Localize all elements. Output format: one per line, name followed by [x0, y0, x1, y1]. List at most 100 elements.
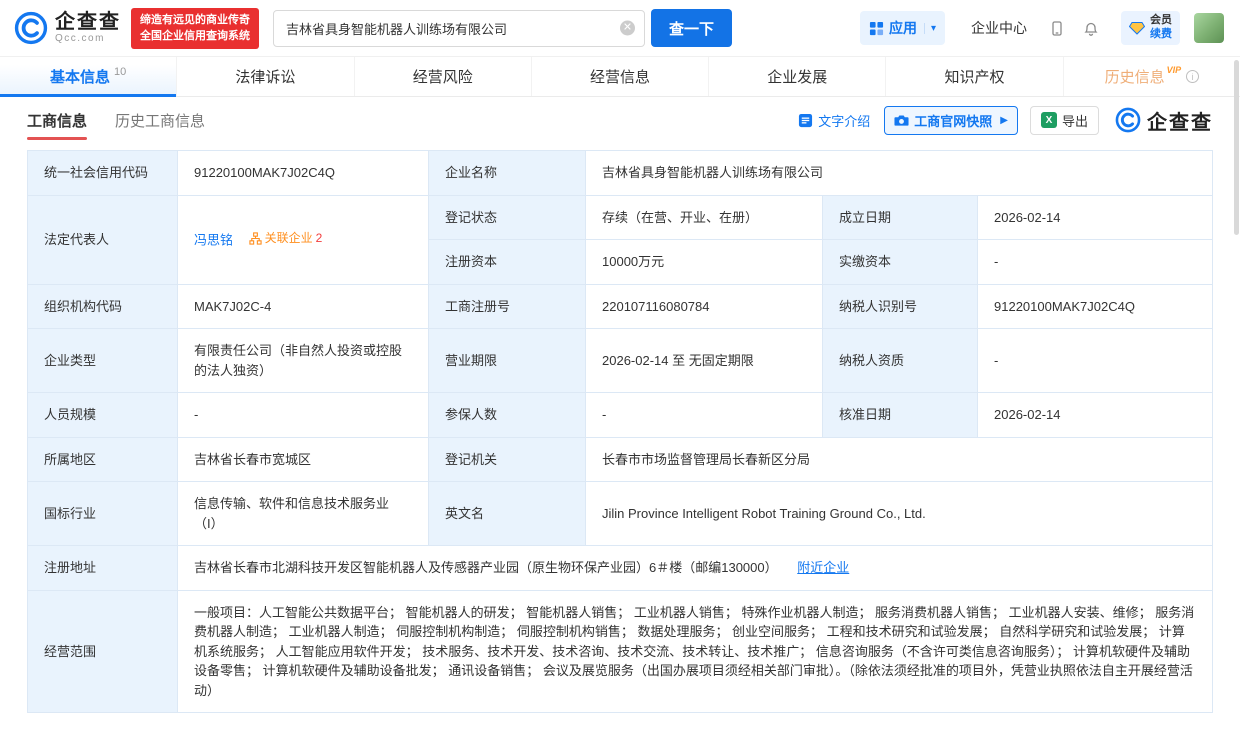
- table-row: 注册地址 吉林省长春市北湖科技开发区智能机器人及传感器产业园（原生物环保产业园）…: [28, 546, 1213, 591]
- export-label: 导出: [1062, 111, 1088, 130]
- related-companies-link[interactable]: 关联企业 2: [249, 229, 323, 247]
- insured-value: -: [586, 393, 823, 438]
- excel-icon: X: [1041, 112, 1057, 128]
- tab-enterprise-development[interactable]: 企业发展: [709, 57, 886, 96]
- approval-date-label: 核准日期: [823, 393, 978, 438]
- business-term-value: 2026-02-14 至 无固定期限: [586, 329, 823, 393]
- reg-number-value: 220107116080784: [586, 284, 823, 329]
- reg-number-label: 工商注册号: [429, 284, 586, 329]
- company-name-value: 吉林省具身智能机器人训练场有限公司: [586, 151, 1213, 196]
- document-icon: [798, 113, 813, 128]
- reg-authority-label: 登记机关: [429, 437, 586, 482]
- member-gem-icon: [1129, 20, 1145, 36]
- logo-domain: Qcc.com: [55, 33, 121, 44]
- enterprise-center-link[interactable]: 企业中心: [971, 18, 1027, 38]
- tab-operation-label: 经营信息: [590, 66, 650, 87]
- top-bar: 企查查 Qcc.com 缔造有远见的商业传奇 全国企业信用查询系统 ✕ 查一下 …: [0, 0, 1240, 57]
- table-row: 统一社会信用代码 91220100MAK7J02C4Q 企业名称 吉林省具身智能…: [28, 151, 1213, 196]
- org-chart-icon: [249, 232, 262, 245]
- business-scope-value: 一般项目：人工智能公共数据平台； 智能机器人的研发； 智能机器人销售； 工业机器…: [178, 590, 1213, 713]
- search-button[interactable]: 查一下: [651, 9, 732, 47]
- staff-size-value: -: [178, 393, 429, 438]
- tab-operating-risk[interactable]: 经营风险: [355, 57, 532, 96]
- qcc-watermark-icon: [1115, 107, 1141, 133]
- notification-bell-icon[interactable]: [1083, 20, 1099, 37]
- apps-grid-icon: [869, 21, 884, 36]
- reg-status-value: 存续（在营、开业、在册）: [586, 195, 823, 240]
- text-intro-button[interactable]: 文字介绍: [798, 111, 870, 130]
- tab-basic-info[interactable]: 基本信息 10: [0, 57, 177, 96]
- staff-size-label: 人员规模: [28, 393, 178, 438]
- vip-badge: VIP: [1167, 65, 1182, 75]
- subtab-business-info[interactable]: 工商信息: [27, 97, 87, 144]
- apps-label: 应用: [889, 18, 917, 38]
- reg-capital-label: 注册资本: [429, 240, 586, 285]
- chevron-down-icon: ▾: [924, 23, 936, 34]
- info-icon: i: [1186, 70, 1199, 83]
- tab-ip-label: 知识产权: [945, 66, 1005, 87]
- legal-rep-value: 冯思铭 关联企业 2: [178, 195, 429, 284]
- industry-label: 国标行业: [28, 482, 178, 546]
- related-companies-count: 2: [316, 229, 323, 247]
- slogan-line-1: 缔造有远见的商业传奇: [140, 12, 250, 29]
- address-label: 注册地址: [28, 546, 178, 591]
- company-type-value: 有限责任公司（非自然人投资或控股的法人独资）: [178, 329, 429, 393]
- related-companies-label: 关联企业: [265, 229, 313, 247]
- establish-date-value: 2026-02-14: [978, 195, 1213, 240]
- text-intro-label: 文字介绍: [818, 111, 870, 130]
- apps-button[interactable]: 应用 ▾: [860, 11, 945, 45]
- user-avatar[interactable]: [1194, 13, 1224, 43]
- establish-date-label: 成立日期: [823, 195, 978, 240]
- tab-legal-label: 法律诉讼: [235, 66, 295, 87]
- qcc-logo-icon: [14, 11, 48, 45]
- table-row: 经营范围 一般项目：人工智能公共数据平台； 智能机器人的研发； 智能机器人销售；…: [28, 590, 1213, 713]
- member-line-2: 续费: [1150, 28, 1172, 42]
- export-button[interactable]: X 导出: [1030, 106, 1099, 135]
- taxpayer-id-value: 91220100MAK7J02C4Q: [978, 284, 1213, 329]
- table-row: 企业类型 有限责任公司（非自然人投资或控股的法人独资） 营业期限 2026-02…: [28, 329, 1213, 393]
- legal-rep-link[interactable]: 冯思铭: [194, 233, 233, 248]
- nearby-companies-link[interactable]: 附近企业: [797, 560, 849, 575]
- play-arrow-icon: ▶: [1000, 115, 1008, 126]
- org-code-value: MAK7J02C-4: [178, 284, 429, 329]
- search-input[interactable]: [273, 10, 645, 47]
- mobile-app-icon[interactable]: [1049, 20, 1065, 37]
- tab-history-info[interactable]: 历史信息 VIP i: [1064, 57, 1240, 96]
- logo-text: 企查查 Qcc.com: [55, 12, 121, 44]
- business-scope-label: 经营范围: [28, 590, 178, 713]
- credit-code-value: 91220100MAK7J02C4Q: [178, 151, 429, 196]
- qcc-logo[interactable]: 企查查 Qcc.com: [14, 11, 121, 45]
- tab-basic-count: 10: [114, 66, 126, 78]
- table-row: 组织机构代码 MAK7J02C-4 工商注册号 220107116080784 …: [28, 284, 1213, 329]
- tab-operating-info[interactable]: 经营信息: [532, 57, 709, 96]
- tab-development-label: 企业发展: [767, 66, 827, 87]
- region-value: 吉林省长春市宽城区: [178, 437, 429, 482]
- tab-intellectual-property[interactable]: 知识产权: [886, 57, 1063, 96]
- taxpayer-quality-label: 纳税人资质: [823, 329, 978, 393]
- company-name-label: 企业名称: [429, 151, 586, 196]
- tab-legal-litigation[interactable]: 法律诉讼: [177, 57, 354, 96]
- slogan-badge: 缔造有远见的商业传奇 全国企业信用查询系统: [131, 8, 259, 49]
- org-code-label: 组织机构代码: [28, 284, 178, 329]
- scrollbar[interactable]: [1234, 60, 1239, 235]
- reg-authority-value: 长春市市场监督管理局长春新区分局: [586, 437, 1213, 482]
- clear-search-icon[interactable]: ✕: [620, 21, 635, 36]
- taxpayer-quality-value: -: [978, 329, 1213, 393]
- region-label: 所属地区: [28, 437, 178, 482]
- insured-label: 参保人数: [429, 393, 586, 438]
- official-snapshot-button[interactable]: 工商官网快照 ▶: [884, 106, 1018, 135]
- tab-risk-label: 经营风险: [413, 66, 473, 87]
- camera-icon: [894, 113, 909, 128]
- paid-capital-value: -: [978, 240, 1213, 285]
- business-term-label: 营业期限: [429, 329, 586, 393]
- table-row: 所属地区 吉林省长春市宽城区 登记机关 长春市市场监督管理局长春新区分局: [28, 437, 1213, 482]
- industry-value: 信息传输、软件和信息技术服务业（I）: [178, 482, 429, 546]
- subtab-history-business-info[interactable]: 历史工商信息: [115, 97, 205, 144]
- company-type-label: 企业类型: [28, 329, 178, 393]
- tab-history-label: 历史信息: [1105, 66, 1165, 87]
- reg-capital-value: 10000万元: [586, 240, 823, 285]
- paid-capital-label: 实缴资本: [823, 240, 978, 285]
- english-name-value: Jilin Province Intelligent Robot Trainin…: [586, 482, 1213, 546]
- member-renewal-button[interactable]: 会员 续费: [1121, 11, 1180, 45]
- table-row: 法定代表人 冯思铭 关联企业 2 登记状态 存续（在营、开业、在册） 成立日期 …: [28, 195, 1213, 240]
